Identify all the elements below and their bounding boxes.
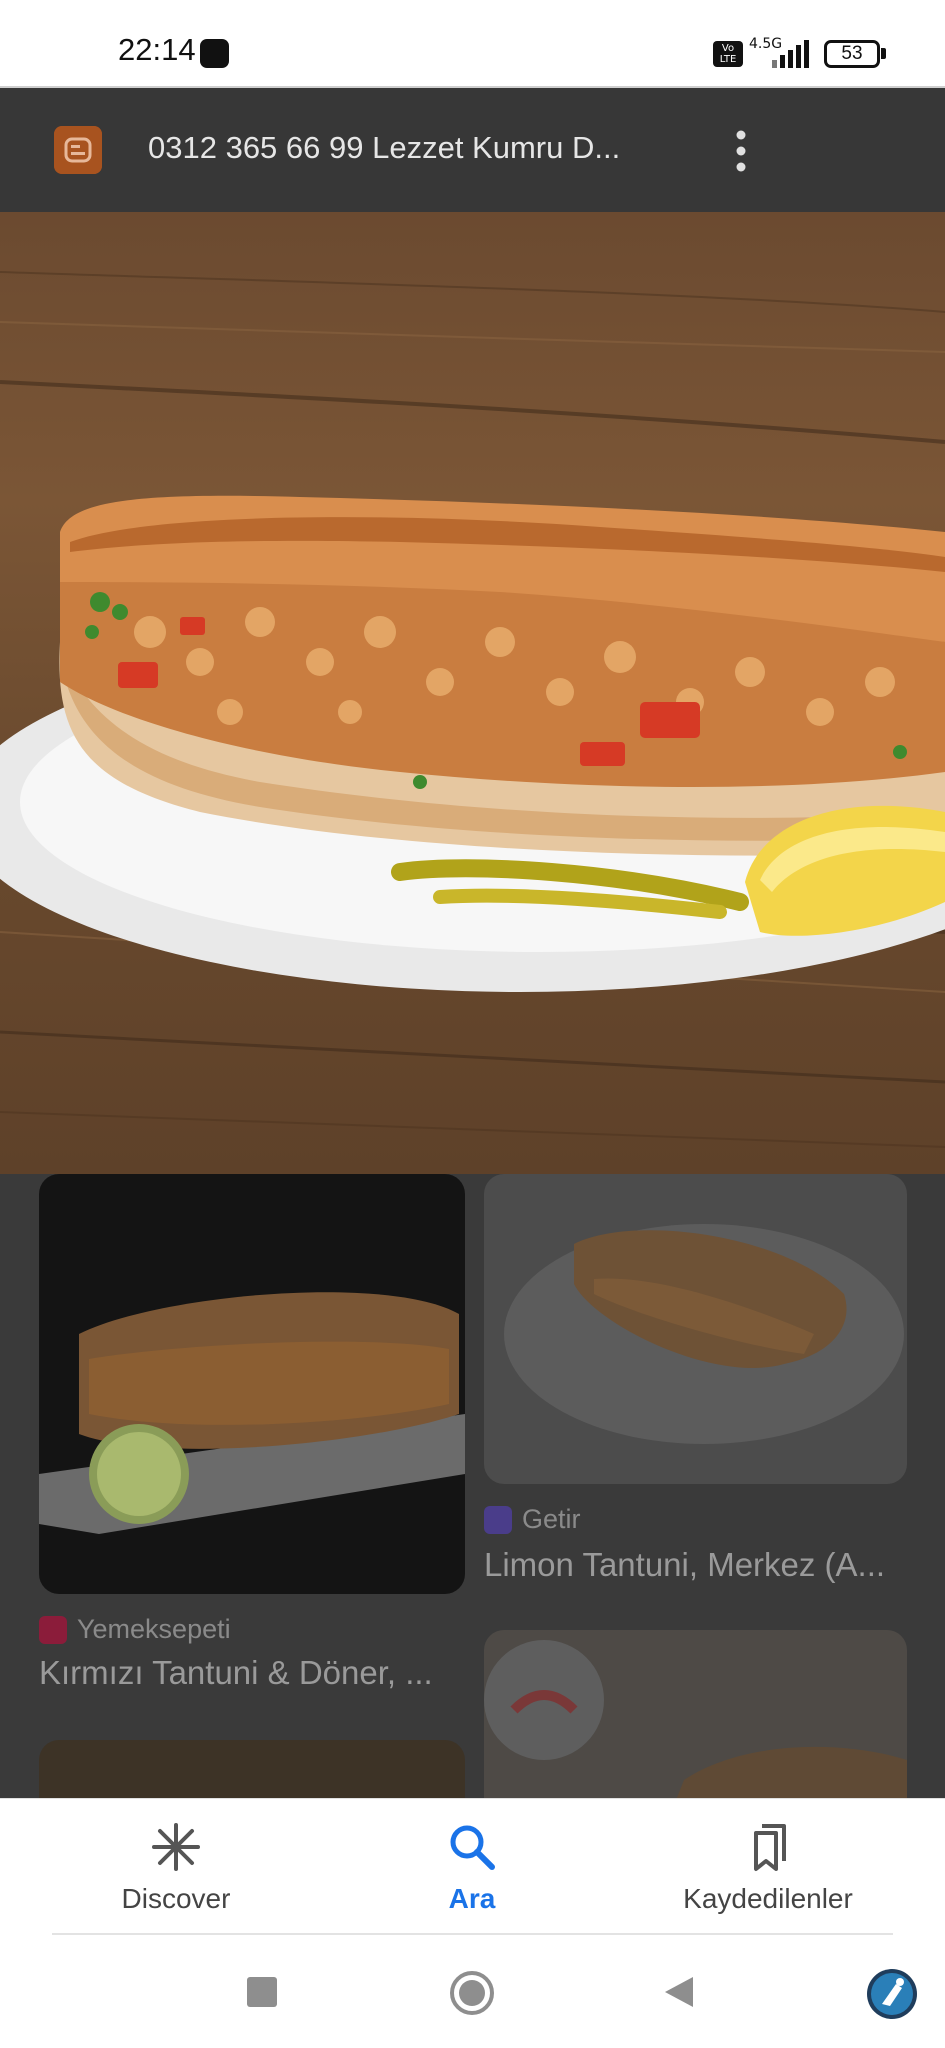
home-button[interactable] [449, 1970, 495, 2016]
bottom-navigation: Discover Ara Kaydedilenler [0, 1798, 945, 1935]
tantuni-sandwich-image [0, 271, 945, 1148]
page-title[interactable]: 0312 365 66 99 Lezzet Kumru D... [148, 130, 668, 166]
asterisk-icon [152, 1823, 200, 1871]
result-source-yemeksepeti[interactable]: Yemeksepeti [39, 1614, 231, 1645]
result-source-label: Yemeksepeti [77, 1614, 231, 1644]
status-time: 22:14 [118, 32, 196, 67]
result-image-getir[interactable] [484, 1174, 907, 1484]
back-button[interactable] [663, 1975, 695, 2009]
accessibility-button[interactable] [866, 1968, 918, 2020]
food-thumbnail [484, 1640, 907, 1798]
system-navigation-bar [0, 1935, 945, 2048]
getir-icon [484, 1505, 512, 1534]
nav-label: Ara [448, 1883, 496, 1914]
battery-level: 53 [841, 43, 863, 64]
related-results: Yemeksepeti Kırmızı Tantuni & Döner, ...… [0, 1174, 945, 1798]
result-title[interactable]: Kırmızı Tantuni & Döner, ... [39, 1654, 459, 1692]
volte-label: Vo LTE [719, 43, 737, 65]
status-bar: 22:14 Vo LTE 4.5G 53 [0, 0, 945, 88]
bookmarks-icon [754, 1824, 786, 1871]
image-source-header[interactable]: 0312 365 66 99 Lezzet Kumru D... [0, 88, 945, 212]
result-image-next[interactable] [39, 1740, 465, 1798]
yemeksepeti-icon [39, 1615, 67, 1644]
hero-image[interactable] [0, 212, 945, 1174]
nav-discover[interactable]: Discover [56, 1821, 296, 1915]
result-source-label: Getir [522, 1504, 581, 1534]
battery-tip [881, 48, 886, 59]
blogger-icon [54, 126, 102, 174]
recents-button[interactable] [247, 1977, 277, 2007]
signal-icon [772, 40, 809, 68]
nav-label: Discover [121, 1883, 231, 1914]
result-title[interactable]: Limon Tantuni, Merkez (A... [484, 1546, 904, 1584]
notification-dot-icon [200, 39, 229, 68]
result-source-getir[interactable]: Getir [484, 1504, 581, 1535]
sandwich-thumbnail [39, 1292, 465, 1534]
nav-saved[interactable]: Kaydedilenler [648, 1821, 888, 1915]
volte-icon: Vo LTE [713, 41, 743, 67]
result-image-yemeksepeti[interactable] [39, 1174, 465, 1594]
search-icon [450, 1825, 495, 1870]
sandwich-thumbnail [504, 1224, 904, 1444]
battery-icon: 53 [824, 40, 880, 68]
result-image-next[interactable] [484, 1630, 907, 1798]
more-vert-icon[interactable] [730, 128, 752, 174]
nav-search[interactable]: Ara [352, 1821, 592, 1915]
nav-label: Kaydedilenler [683, 1883, 853, 1914]
